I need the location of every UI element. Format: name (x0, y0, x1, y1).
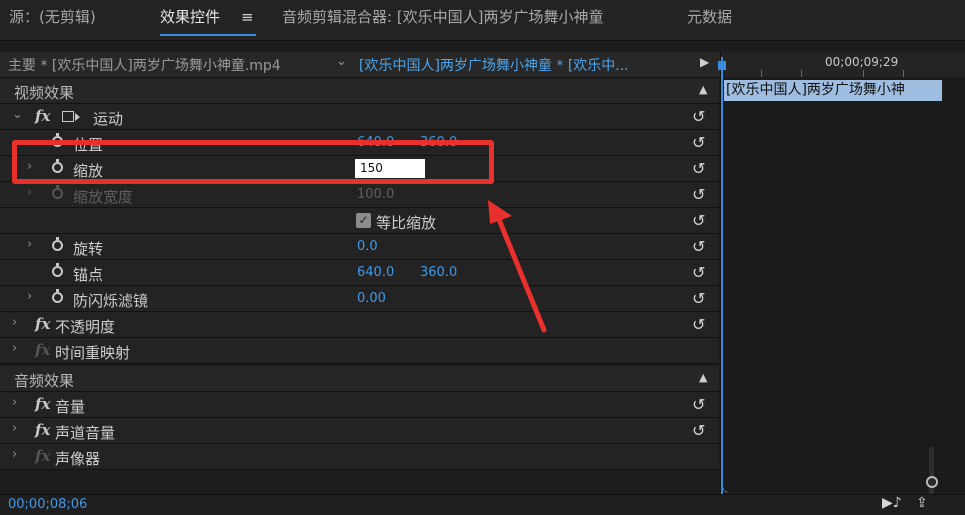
rotation-value[interactable]: 0.0 (357, 239, 378, 254)
chevron-right-icon[interactable]: › (12, 315, 17, 330)
effect-row-time-remap[interactable]: › fx 时间重映射 (0, 338, 719, 364)
tab-source[interactable]: 源：(无剪辑) (9, 6, 96, 27)
stopwatch-icon[interactable] (52, 289, 63, 303)
effect-row-opacity[interactable]: › fx 不透明度 ↺ (0, 312, 719, 338)
playhead[interactable] (721, 57, 723, 494)
section-title: 视频效果 (14, 84, 75, 102)
effect-label-volume: 音量 (55, 398, 86, 416)
fx-icon[interactable]: fx (35, 315, 50, 333)
ruler-tick (761, 70, 762, 77)
ruler-tick (863, 70, 864, 77)
effect-timeline[interactable]: 00;00;09;29 [欢乐中国人]两岁广场舞小神 ◟ (718, 52, 965, 497)
scale-width-value: 100.0 (357, 187, 395, 202)
property-row-uniform-scale: ✓ 等比缩放 ↺ (0, 208, 719, 234)
fx-icon[interactable]: fx (35, 421, 50, 439)
reset-icon[interactable]: ↺ (692, 159, 705, 178)
property-row-rotation: › 旋转 0.0 ↺ (0, 234, 719, 260)
effect-label-opacity: 不透明度 (55, 318, 116, 336)
property-row-anti-flicker: › 防闪烁滤镜 0.00 ↺ (0, 286, 719, 312)
anchor-x-value[interactable]: 640.0 (357, 265, 394, 280)
active-tab-indicator (160, 34, 256, 36)
reset-icon[interactable]: ↺ (692, 185, 705, 204)
property-row-scale-width: › 缩放宽度 100.0 ↺ (0, 182, 719, 208)
transform-icon[interactable] (62, 111, 80, 122)
property-row-anchor: 锚点 640.0 360.0 ↺ (0, 260, 719, 286)
effect-row-motion[interactable]: ⌄ fx 运动 ↺ (0, 104, 719, 130)
effect-row-panner[interactable]: › fx 声像器 (0, 444, 719, 470)
section-title: 音频效果 (14, 372, 75, 390)
effect-label-channel-volume: 声道音量 (55, 424, 116, 442)
section-video-effects: 视频效果 ▲ (0, 78, 719, 104)
property-label-anchor: 锚点 (73, 266, 104, 284)
effect-label-time-remap: 时间重映射 (55, 344, 131, 362)
reset-icon[interactable]: ↺ (692, 107, 705, 126)
scroll-left-icon[interactable]: ◟ (723, 480, 728, 494)
chevron-right-icon[interactable]: › (12, 447, 17, 462)
scrollbar-thumb[interactable] (929, 447, 934, 497)
ruler-tick (801, 70, 802, 77)
chevron-right-icon[interactable]: › (12, 395, 17, 410)
play-icon[interactable]: ▶ (700, 55, 709, 69)
anti-flicker-value[interactable]: 0.00 (357, 291, 386, 306)
panel-tab-bar: 源：(无剪辑) 效果控件 ≡ 音频剪辑混合器: [欢乐中国人]两岁广场舞小神童 … (0, 0, 965, 41)
fx-icon: fx (35, 341, 51, 359)
export-icon[interactable]: ⇪ (916, 495, 928, 511)
uniform-scale-checkbox[interactable]: ✓ (356, 213, 371, 228)
collapse-up-icon[interactable]: ▲ (699, 371, 707, 384)
anchor-y-value[interactable]: 360.0 (420, 265, 457, 280)
chevron-down-icon[interactable]: ⌄ (336, 54, 347, 69)
tab-metadata[interactable]: 元数据 (687, 6, 732, 27)
reset-icon[interactable]: ↺ (692, 133, 705, 152)
zoom-handle-icon[interactable] (926, 476, 938, 488)
reset-icon[interactable]: ↺ (692, 237, 705, 256)
effect-row-volume[interactable]: › fx 音量 ↺ (0, 392, 719, 418)
current-timecode[interactable]: 00;00;08;06 (8, 497, 87, 512)
playhead-handle[interactable] (718, 61, 726, 70)
play-audio-icon[interactable]: ▶♪ (882, 495, 902, 511)
reset-icon[interactable]: ↺ (692, 395, 705, 414)
status-bar: 00;00;08;06 (0, 494, 965, 515)
tab-audio-clip-mixer[interactable]: 音频剪辑混合器: [欢乐中国人]两岁广场舞小神童 (282, 6, 604, 27)
highlight-box (12, 140, 494, 184)
ruler-tick (903, 70, 904, 77)
stopwatch-icon (52, 185, 63, 199)
property-label-scale-width: 缩放宽度 (73, 188, 134, 206)
reset-icon[interactable]: ↺ (692, 421, 705, 440)
time-ruler[interactable]: 00;00;09;29 (721, 52, 965, 77)
fx-icon: fx (35, 447, 51, 465)
effect-label-motion: 运动 (93, 110, 124, 128)
arrow-shaft (493, 209, 547, 333)
chevron-right-icon[interactable]: › (27, 237, 32, 252)
sequence-clip-selector[interactable]: [欢乐中国人]两岁广场舞小神童 * [欢乐中... (359, 55, 671, 75)
reset-icon[interactable]: ↺ (692, 263, 705, 282)
section-audio-effects: 音频效果 ▲ (0, 366, 719, 392)
chevron-right-icon[interactable]: › (27, 289, 32, 304)
uniform-scale-label: 等比缩放 (376, 214, 437, 232)
stopwatch-icon[interactable] (52, 263, 63, 277)
fx-icon[interactable]: fx (35, 107, 50, 125)
clip-header: 主要 * [欢乐中国人]两岁广场舞小神童.mp4 ⌄ [欢乐中国人]两岁广场舞小… (0, 52, 720, 78)
ruler-timecode: 00;00;09;29 (825, 55, 899, 69)
reset-icon[interactable]: ↺ (692, 315, 705, 334)
chevron-right-icon[interactable]: › (12, 421, 17, 436)
chevron-right-icon[interactable]: › (12, 341, 17, 356)
stopwatch-icon[interactable] (52, 237, 63, 251)
effect-label-panner: 声像器 (55, 450, 101, 468)
clip-bar[interactable]: [欢乐中国人]两岁广场舞小神 (724, 80, 942, 101)
collapse-up-icon[interactable]: ▲ (699, 83, 707, 96)
fx-icon[interactable]: fx (35, 395, 50, 413)
reset-icon[interactable]: ↺ (692, 211, 705, 230)
panel-menu-icon[interactable]: ≡ (241, 8, 254, 26)
chevron-expanded-icon[interactable]: ⌄ (12, 107, 23, 122)
property-label-anti-flicker: 防闪烁滤镜 (73, 292, 149, 310)
tab-effect-controls[interactable]: 效果控件 (160, 6, 220, 27)
chevron-right-icon[interactable]: › (27, 185, 32, 200)
effect-row-channel-volume[interactable]: › fx 声道音量 ↺ (0, 418, 719, 444)
annotation-arrow (488, 200, 547, 333)
property-label-rotation: 旋转 (73, 240, 104, 258)
master-clip-label[interactable]: 主要 * [欢乐中国人]两岁广场舞小神童.mp4 (8, 55, 281, 75)
reset-icon[interactable]: ↺ (692, 289, 705, 308)
